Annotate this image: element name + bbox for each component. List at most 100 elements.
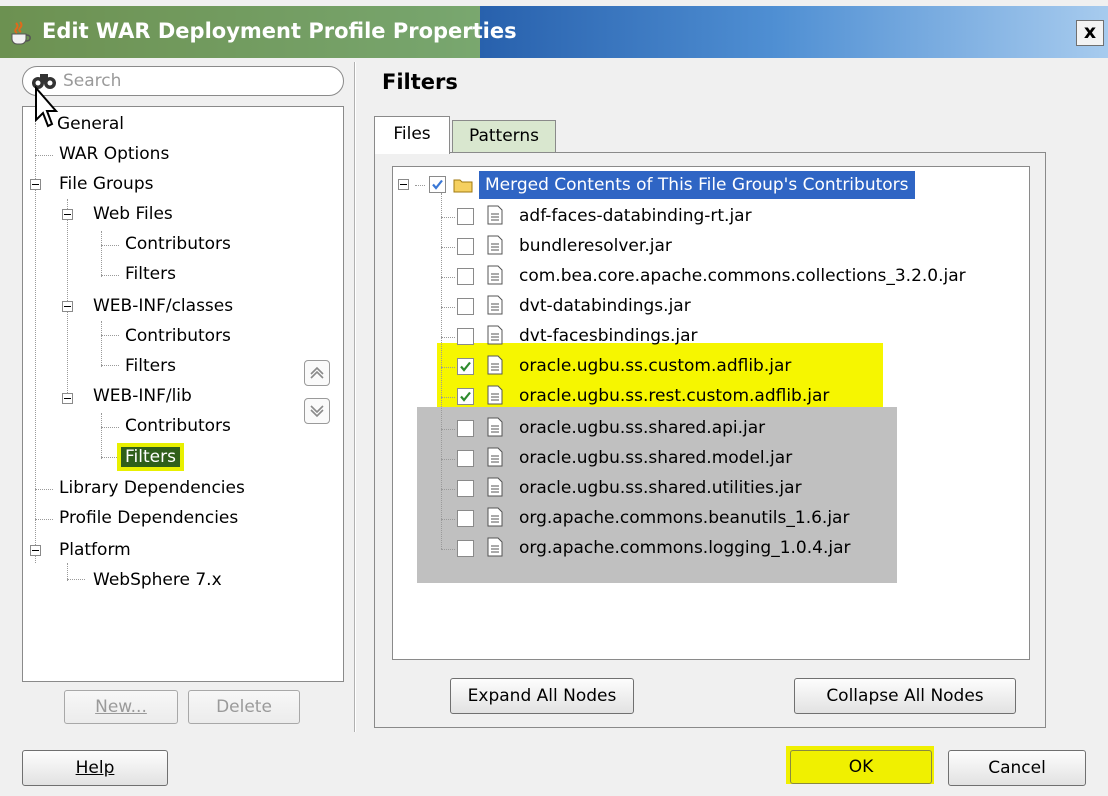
file-name[interactable]: bundleresolver.jar (519, 231, 672, 261)
tree-line (441, 459, 455, 460)
collapse-toggle[interactable] (62, 301, 73, 312)
root-node-label[interactable]: Merged Contents of This File Group's Con… (479, 171, 915, 199)
tree-line (441, 397, 455, 398)
file-name[interactable]: dvt-databindings.jar (519, 291, 691, 321)
tree-line (101, 365, 119, 366)
tree-item-library-dependencies[interactable]: Library Dependencies (59, 475, 245, 501)
tree-item-web-inf-classes[interactable]: WEB-INF/classes (93, 293, 233, 319)
java-cup-icon (11, 21, 31, 45)
new-button-label: New... (95, 697, 147, 717)
delete-button[interactable]: Delete (188, 690, 300, 724)
tree-item-label: Library Dependencies (59, 478, 245, 498)
tree-item-classes-contributors[interactable]: Contributors (125, 323, 231, 349)
tree-line (35, 489, 53, 490)
tab-patterns[interactable]: Patterns (452, 120, 556, 152)
file-name[interactable]: com.bea.core.apache.commons.collections_… (519, 261, 966, 291)
tree-line (441, 277, 455, 278)
tree-item-label: Contributors (125, 416, 231, 436)
file-icon (487, 507, 503, 527)
tree-item-web-files-contributors[interactable]: Contributors (125, 231, 231, 257)
tree-line (441, 549, 455, 550)
root-checkbox[interactable] (429, 176, 446, 193)
collapse-toggle[interactable] (398, 179, 409, 190)
file-checkbox[interactable] (457, 208, 474, 225)
file-name[interactable]: oracle.ugbu.ss.shared.utilities.jar (519, 473, 802, 503)
file-name[interactable]: oracle.ugbu.ss.shared.api.jar (519, 413, 765, 443)
tree-item-websphere[interactable]: WebSphere 7.x (93, 567, 222, 593)
expand-all-button[interactable]: Expand All Nodes (450, 678, 634, 714)
tree-item-web-files[interactable]: Web Files (93, 201, 173, 227)
help-label: Help (75, 758, 115, 778)
collapse-toggle[interactable] (62, 209, 73, 220)
file-name[interactable]: adf-faces-databinding-rt.jar (519, 201, 752, 231)
tree-item-web-files-filters[interactable]: Filters (125, 261, 176, 287)
tree-item-label: Filters (125, 356, 176, 376)
file-checkbox[interactable] (457, 298, 474, 315)
file-tree[interactable]: Merged Contents of This File Group's Con… (392, 166, 1030, 660)
navigation-tree[interactable]: General WAR Options File Groups Web File… (22, 106, 344, 682)
file-name[interactable]: oracle.ugbu.ss.custom.adflib.jar (519, 351, 791, 381)
tree-item-web-inf-lib[interactable]: WEB-INF/lib (93, 383, 192, 409)
file-icon (487, 355, 503, 375)
collapse-toggle[interactable] (30, 545, 41, 556)
tree-item-lib-contributors[interactable]: Contributors (125, 413, 231, 439)
move-up-button[interactable] (304, 360, 330, 386)
help-button[interactable]: Help (22, 750, 168, 786)
file-name[interactable]: dvt-facesbindings.jar (519, 321, 697, 351)
file-name[interactable]: org.apache.commons.beanutils_1.6.jar (519, 503, 849, 533)
collapse-toggle[interactable] (62, 393, 73, 404)
tab-files[interactable]: Files (374, 116, 450, 154)
tree-item-label: Contributors (125, 234, 231, 254)
tree-item-classes-filters[interactable]: Filters (125, 353, 176, 379)
tree-item-label: WEB-INF/classes (93, 296, 234, 316)
tree-item-file-groups[interactable]: File Groups (59, 171, 153, 197)
collapse-toggle[interactable] (30, 179, 41, 190)
cancel-button[interactable]: Cancel (948, 750, 1086, 786)
collapse-all-button[interactable]: Collapse All Nodes (794, 678, 1016, 714)
close-button[interactable]: x (1076, 20, 1104, 46)
delete-button-label: Delete (216, 697, 272, 717)
tree-item-general[interactable]: General (57, 111, 124, 137)
file-checkbox[interactable] (457, 480, 474, 497)
folder-icon (453, 179, 473, 193)
expand-all-label: Expand All Nodes (467, 686, 617, 706)
file-name[interactable]: org.apache.commons.logging_1.0.4.jar (519, 533, 850, 563)
tree-item-label: Filters (121, 447, 180, 467)
tree-item-label: WEB-INF/lib (93, 386, 192, 406)
file-name[interactable]: oracle.ugbu.ss.rest.custom.adflib.jar (519, 381, 829, 411)
tree-item-profile-dependencies[interactable]: Profile Dependencies (59, 505, 238, 531)
panel-divider[interactable] (354, 62, 356, 732)
file-checkbox[interactable] (457, 358, 474, 375)
panel-heading: Filters (382, 70, 458, 94)
search-box[interactable] (22, 66, 344, 96)
file-checkbox[interactable] (457, 540, 474, 557)
tree-item-platform[interactable]: Platform (59, 537, 131, 563)
tree-item-lib-filters-selected[interactable]: Filters (121, 444, 180, 470)
file-checkbox[interactable] (457, 328, 474, 345)
file-checkbox[interactable] (457, 388, 474, 405)
tree-line (441, 307, 455, 308)
tree-line (441, 337, 455, 338)
checkmark-icon (432, 179, 443, 190)
file-checkbox[interactable] (457, 268, 474, 285)
file-icon (487, 235, 503, 255)
ok-button[interactable]: OK (790, 750, 932, 784)
file-checkbox[interactable] (457, 510, 474, 527)
search-input[interactable] (63, 70, 333, 92)
tree-item-war-options[interactable]: WAR Options (59, 141, 169, 167)
tree-line (101, 335, 119, 336)
file-name[interactable]: oracle.ugbu.ss.shared.model.jar (519, 443, 792, 473)
file-checkbox[interactable] (457, 420, 474, 437)
move-down-button[interactable] (304, 398, 330, 424)
file-checkbox[interactable] (457, 450, 474, 467)
mouse-cursor-icon (35, 86, 59, 128)
tree-line (101, 427, 119, 428)
tree-line (35, 155, 53, 156)
file-checkbox[interactable] (457, 238, 474, 255)
tree-line (101, 231, 102, 277)
tree-line (101, 245, 119, 246)
file-icon (487, 537, 503, 557)
tree-line (441, 367, 455, 368)
new-button[interactable]: New... (64, 690, 178, 724)
title-bar[interactable]: Edit WAR Deployment Profile Properties x (0, 6, 1108, 58)
